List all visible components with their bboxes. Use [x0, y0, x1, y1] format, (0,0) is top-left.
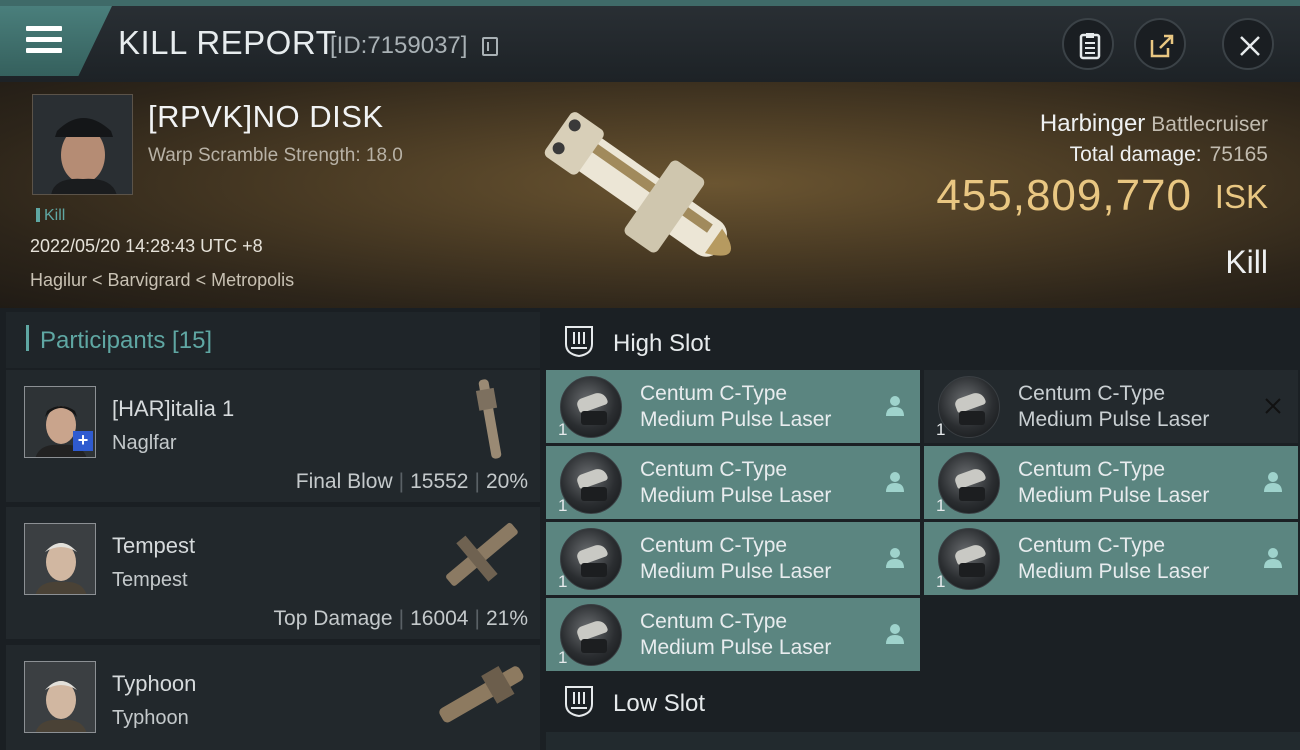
module-type: Medium Pulse Laser [640, 408, 832, 431]
module-name: Centum C-Type [1018, 534, 1166, 557]
participant-row[interactable]: + [HAR]italia 1 Naglfar Final Blow | 15552… [6, 370, 540, 502]
module-quantity: 1 [558, 420, 568, 439]
victim-avatar[interactable] [32, 94, 133, 195]
low-slot-title: Low Slot [613, 690, 706, 717]
participants-title: Participants [15] [40, 327, 213, 354]
isk-unit: ISK [1214, 178, 1268, 215]
high-slot-title: High Slot [613, 330, 711, 357]
copy-icon[interactable] [482, 37, 498, 56]
person-icon [886, 472, 904, 492]
module-name: Centum C-Type [640, 610, 788, 633]
participant-ship: Typhoon [112, 707, 189, 729]
module-quantity: 1 [558, 572, 568, 591]
participant-stats: Top Damage | 16004 | 21% [273, 607, 528, 630]
clipboard-icon [1079, 33, 1101, 60]
participant-name: Tempest [112, 533, 196, 558]
module-item[interactable]: 1 Centum C-Type Medium Pulse Laser [924, 446, 1298, 519]
participant-row[interactable]: Tempest Tempest Top Damage | 16004 | 21% [6, 507, 540, 639]
participant-ship: Tempest [112, 569, 188, 591]
warp-scramble-strength: Warp Scramble Strength: 18.0 [148, 145, 403, 166]
module-name: Centum C-Type [640, 534, 788, 557]
module-item[interactable]: 1 Centum C-Type Medium Pulse Laser [546, 598, 920, 671]
share-button[interactable] [1134, 18, 1186, 70]
participant-name: [HAR]italia 1 [112, 396, 235, 421]
total-damage: Total damage: 75165 [1069, 143, 1268, 166]
participant-avatar: + [24, 386, 96, 458]
participant-row[interactable]: Typhoon Typhoon [6, 645, 540, 750]
isk-value: 455,809,770 [936, 171, 1192, 220]
laser-module-icon [560, 452, 622, 514]
laser-module-icon [560, 604, 622, 666]
close-button[interactable] [1222, 18, 1274, 70]
share-icon [1150, 34, 1174, 58]
participant-avatar [24, 523, 96, 595]
participant-name: Typhoon [112, 671, 197, 696]
participant-ship-image [439, 666, 524, 723]
person-icon [886, 396, 904, 416]
high-slot-header: High Slot [546, 310, 1300, 372]
low-slot-icon [565, 686, 593, 718]
person-icon [1264, 472, 1282, 492]
kill-location: Hagilur < Barvigrard < Metropolis [30, 270, 295, 290]
module-name: Centum C-Type [1018, 458, 1166, 481]
cross-icon [1265, 398, 1281, 414]
participant-ship-image [475, 379, 502, 459]
module-type: Medium Pulse Laser [1018, 408, 1210, 431]
laser-module-icon [938, 528, 1000, 590]
victim-ship: Harbinger Battlecruiser [1039, 110, 1268, 137]
kill-tag: Kill [36, 207, 65, 225]
low-slot-modules-row [546, 732, 1300, 750]
participant-ship: Naglfar [112, 432, 177, 454]
module-item[interactable]: 1 Centum C-Type Medium Pulse Laser [924, 522, 1298, 595]
victim-name: [RPVK]NO DISK [148, 99, 384, 134]
module-quantity: 1 [936, 496, 946, 515]
module-type: Medium Pulse Laser [640, 636, 832, 659]
kill-datetime: 2022/05/20 14:28:43 UTC +8 [30, 236, 263, 256]
module-item[interactable]: 1 Centum C-Type Medium Pulse Laser [546, 370, 920, 443]
module-type: Medium Pulse Laser [640, 484, 832, 507]
person-icon [886, 624, 904, 644]
laser-module-icon [938, 376, 1000, 438]
low-slot-header: Low Slot [546, 670, 1300, 732]
module-type: Medium Pulse Laser [1018, 484, 1210, 507]
module-item[interactable]: 1 Centum C-Type Medium Pulse Laser [546, 522, 920, 595]
participant-avatar [24, 661, 96, 733]
module-item[interactable]: 1 Centum C-Type Medium Pulse Laser [546, 446, 920, 519]
participant-stats: Final Blow | 15552 | 20% [295, 470, 528, 493]
person-icon [886, 548, 904, 568]
laser-module-icon [938, 452, 1000, 514]
module-quantity: 1 [558, 648, 568, 667]
victim-ship-image [544, 112, 731, 257]
module-item[interactable]: 1 Centum C-Type Medium Pulse Laser [924, 370, 1298, 443]
close-icon [1240, 36, 1260, 56]
plus-icon: + [73, 431, 93, 451]
module-type: Medium Pulse Laser [1018, 560, 1210, 583]
page-title: KILL REPORT [118, 24, 337, 61]
report-id: [ID:7159037] [330, 32, 468, 59]
module-name: Centum C-Type [640, 382, 788, 405]
module-name: Centum C-Type [640, 458, 788, 481]
module-quantity: 1 [936, 420, 946, 439]
module-quantity: 1 [558, 496, 568, 515]
high-slot-icon [565, 326, 593, 358]
laser-module-icon [560, 528, 622, 590]
module-quantity: 1 [936, 572, 946, 591]
module-type: Medium Pulse Laser [640, 560, 832, 583]
menu-icon [26, 26, 62, 54]
clipboard-button[interactable] [1062, 18, 1114, 70]
laser-module-icon [560, 376, 622, 438]
kill-result: Kill [1225, 244, 1268, 280]
participant-ship-image [446, 522, 518, 586]
module-name: Centum C-Type [1018, 382, 1166, 405]
person-icon [1264, 548, 1282, 568]
